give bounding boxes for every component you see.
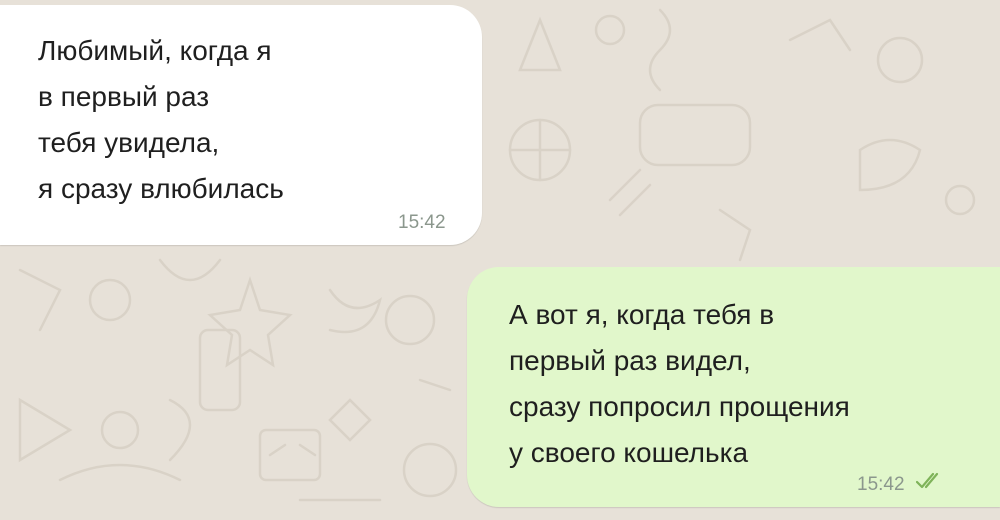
message-line: сразу попросил прощения (509, 391, 850, 422)
message-line: первый раз видел, (509, 345, 751, 376)
message-timestamp: 15:42 (857, 474, 905, 496)
message-meta: 15:42 (857, 465, 944, 505)
incoming-message-bubble[interactable]: Любимый, когда я в первый раз тебя увиде… (0, 5, 482, 245)
message-line: я сразу влюбилась (38, 173, 284, 204)
message-line: А вот я, когда тебя в (509, 299, 775, 330)
message-line: тебя увидела, (38, 127, 220, 158)
message-line: в первый раз (38, 81, 210, 112)
message-line: Любимый, когда я (38, 35, 272, 66)
double-check-icon (915, 465, 944, 505)
message-timestamp: 15:42 (398, 212, 446, 233)
outgoing-message-bubble[interactable]: А вот я, когда тебя в первый раз видел, … (467, 267, 1000, 507)
